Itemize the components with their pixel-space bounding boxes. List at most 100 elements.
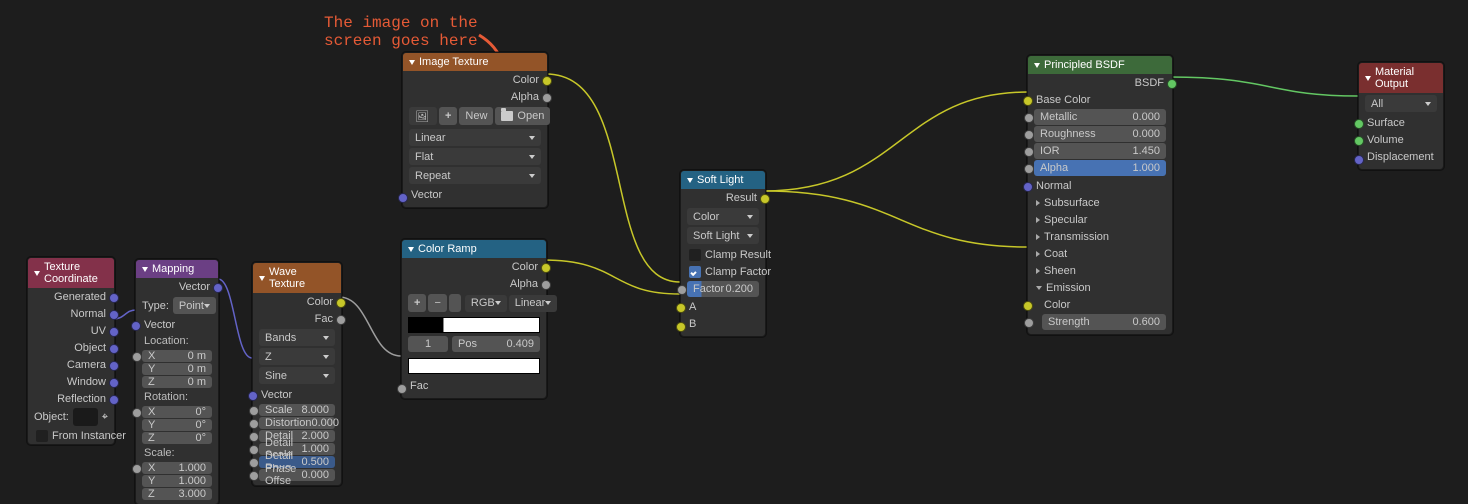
target-dropdown[interactable]: All bbox=[1365, 95, 1437, 112]
scale-x[interactable]: X1.000 bbox=[142, 462, 212, 474]
collapse-icon[interactable] bbox=[687, 178, 693, 183]
collapse-icon[interactable] bbox=[408, 247, 414, 252]
group-sheen[interactable]: Sheen bbox=[1028, 262, 1172, 279]
location-y[interactable]: Y0 m bbox=[142, 363, 212, 375]
node-header[interactable]: Principled BSDF bbox=[1028, 56, 1172, 74]
collapse-icon[interactable] bbox=[409, 60, 415, 65]
collapse-icon[interactable] bbox=[259, 276, 265, 281]
node-header[interactable]: Material Output bbox=[1359, 63, 1443, 93]
node-header[interactable]: Wave Texture bbox=[253, 263, 341, 293]
group-coat[interactable]: Coat bbox=[1028, 245, 1172, 262]
output-normal[interactable]: Normal bbox=[28, 305, 114, 322]
input-metallic[interactable]: Metallic0.000 bbox=[1034, 109, 1166, 125]
collapse-icon[interactable] bbox=[142, 267, 148, 272]
group-subsurface[interactable]: Subsurface bbox=[1028, 194, 1172, 211]
bands-dropdown[interactable]: Bands bbox=[259, 329, 335, 346]
group-emission[interactable]: Emission bbox=[1028, 279, 1172, 296]
ramp-remove-stop[interactable]: − bbox=[428, 294, 446, 312]
output-camera[interactable]: Camera bbox=[28, 356, 114, 373]
node-color-ramp[interactable]: Color Ramp Color Alpha − RGB Linear 1 Po… bbox=[401, 239, 547, 399]
input-vector[interactable]: Vector bbox=[403, 186, 547, 207]
collapse-icon[interactable] bbox=[1365, 76, 1371, 81]
output-result[interactable]: Result bbox=[681, 189, 765, 206]
output-fac[interactable]: Fac bbox=[253, 310, 341, 327]
param-distortion[interactable]: Distortion0.000 bbox=[259, 417, 335, 429]
direction-dropdown[interactable]: Z bbox=[259, 348, 335, 365]
collapse-icon[interactable] bbox=[1034, 63, 1040, 68]
input-fac[interactable]: Fac bbox=[402, 377, 546, 398]
output-window[interactable]: Window bbox=[28, 373, 114, 390]
output-color[interactable]: Color bbox=[403, 71, 547, 88]
image-browse-button[interactable]: 🖼 bbox=[409, 107, 437, 125]
rotation-y[interactable]: Y0° bbox=[142, 419, 212, 431]
output-uv[interactable]: UV bbox=[28, 322, 114, 339]
node-header[interactable]: Image Texture bbox=[403, 53, 547, 71]
profile-dropdown[interactable]: Sine bbox=[259, 367, 335, 384]
eyedropper-icon[interactable]: ⌖ bbox=[102, 411, 108, 424]
output-alpha[interactable]: Alpha bbox=[403, 88, 547, 105]
node-image-texture[interactable]: Image Texture Color Alpha 🖼 New Open Lin… bbox=[402, 52, 548, 208]
rotation-z[interactable]: Z0° bbox=[142, 432, 212, 444]
input-base-color[interactable]: Base Color bbox=[1028, 91, 1172, 108]
output-color[interactable]: Color bbox=[402, 258, 546, 275]
input-volume[interactable]: Volume bbox=[1359, 131, 1443, 148]
rotation-x[interactable]: X0° bbox=[142, 406, 212, 418]
data-type-dropdown[interactable]: Color bbox=[687, 208, 759, 225]
input-ior[interactable]: IOR1.450 bbox=[1034, 143, 1166, 159]
input-vector[interactable]: Vector bbox=[136, 316, 218, 333]
input-b[interactable]: B bbox=[681, 315, 765, 336]
output-bsdf[interactable]: BSDF bbox=[1028, 74, 1172, 91]
ramp-swatch[interactable] bbox=[408, 358, 540, 374]
clamp-factor-checkbox[interactable]: Clamp Factor bbox=[681, 263, 765, 280]
ramp-mode-dropdown[interactable]: RGB bbox=[465, 295, 507, 312]
group-specular[interactable]: Specular bbox=[1028, 211, 1172, 228]
node-texture-coordinate[interactable]: Texture Coordinate Generated Normal UV O… bbox=[27, 257, 115, 445]
ramp-interp-dropdown[interactable]: Linear bbox=[509, 295, 558, 312]
input-emission-color[interactable]: Color bbox=[1028, 296, 1172, 313]
node-wave-texture[interactable]: Wave Texture Color Fac Bands Z Sine Vect… bbox=[252, 262, 342, 486]
output-alpha[interactable]: Alpha bbox=[402, 275, 546, 292]
location-z[interactable]: Z0 m bbox=[142, 376, 212, 388]
ramp-stop-position[interactable]: Pos0.409 bbox=[452, 336, 540, 352]
node-header[interactable]: Mapping bbox=[136, 260, 218, 278]
ramp-stop-index[interactable]: 1 bbox=[408, 336, 448, 352]
output-reflection[interactable]: Reflection bbox=[28, 390, 114, 407]
scale-z[interactable]: Z3.000 bbox=[142, 488, 212, 500]
node-mapping[interactable]: Mapping Vector Type: Point Vector Locati… bbox=[135, 259, 219, 504]
node-soft-light[interactable]: Soft Light Result Color Soft Light Clamp… bbox=[680, 170, 766, 337]
projection-dropdown[interactable]: Flat bbox=[409, 148, 541, 165]
node-header[interactable]: Color Ramp bbox=[402, 240, 546, 258]
input-a[interactable]: A bbox=[681, 298, 765, 315]
collapse-icon[interactable] bbox=[34, 271, 40, 276]
new-image-button[interactable]: New bbox=[459, 107, 493, 125]
param-scale[interactable]: Scale8.000 bbox=[259, 404, 335, 416]
from-instancer-checkbox[interactable]: From Instancer bbox=[28, 427, 114, 444]
input-normal[interactable]: Normal bbox=[1028, 177, 1172, 194]
ramp-add-stop[interactable] bbox=[408, 294, 426, 312]
type-dropdown[interactable]: Point bbox=[173, 297, 216, 314]
node-material-output[interactable]: Material Output All Surface Volume Displ… bbox=[1358, 62, 1444, 170]
group-transmission[interactable]: Transmission bbox=[1028, 228, 1172, 245]
location-x[interactable]: X0 m bbox=[142, 350, 212, 362]
param-phase-offset[interactable]: Phase Offse0.000 bbox=[259, 469, 335, 481]
input-factor[interactable]: Factor0.200 bbox=[687, 281, 759, 297]
input-vector[interactable]: Vector bbox=[253, 386, 341, 403]
output-color[interactable]: Color bbox=[253, 293, 341, 310]
input-roughness[interactable]: Roughness0.000 bbox=[1034, 126, 1166, 142]
open-image-button[interactable]: Open bbox=[495, 107, 550, 125]
blend-mode-dropdown[interactable]: Soft Light bbox=[687, 227, 759, 244]
input-surface[interactable]: Surface bbox=[1359, 114, 1443, 131]
input-emission-strength[interactable]: Strength0.600 bbox=[1042, 314, 1166, 330]
output-object[interactable]: Object bbox=[28, 339, 114, 356]
extension-dropdown[interactable]: Repeat bbox=[409, 167, 541, 184]
object-picker[interactable]: Object: ⌖ bbox=[28, 407, 114, 427]
output-generated[interactable]: Generated bbox=[28, 288, 114, 305]
node-header[interactable]: Texture Coordinate bbox=[28, 258, 114, 288]
input-alpha[interactable]: Alpha1.000 bbox=[1034, 160, 1166, 176]
output-vector[interactable]: Vector bbox=[136, 278, 218, 295]
ramp-menu[interactable] bbox=[449, 294, 461, 312]
interpolation-dropdown[interactable]: Linear bbox=[409, 129, 541, 146]
node-header[interactable]: Soft Light bbox=[681, 171, 765, 189]
ramp-gradient[interactable] bbox=[408, 317, 540, 333]
input-displacement[interactable]: Displacement bbox=[1359, 148, 1443, 169]
